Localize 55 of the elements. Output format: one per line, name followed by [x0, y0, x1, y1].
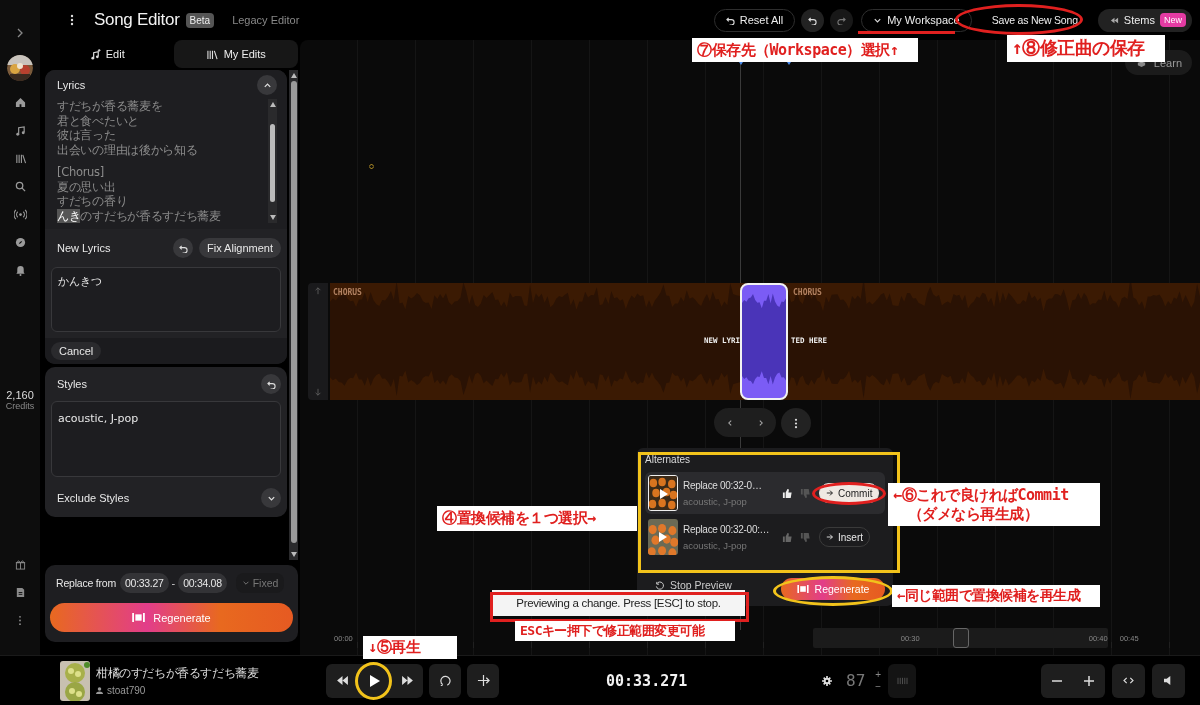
new-lyrics-label: New Lyrics	[57, 242, 111, 254]
lyric-line: 夏の思い出	[57, 179, 117, 194]
lyric-line: んきのすだちが香るすだち蕎麦	[57, 208, 221, 223]
alternate-styles: acoustic, J-pop	[683, 539, 748, 551]
tab[interactable]: Edit	[45, 40, 170, 68]
annotation-label: ESCキー押下で修正範囲変更可能	[515, 621, 735, 642]
section-label: CHORUS	[333, 288, 362, 297]
annotation-label: ④置換候補を１つ選択→	[437, 506, 637, 531]
regenerate-button[interactable]: Regenerate	[50, 603, 293, 632]
alternate-item[interactable]: Replace 00:32-00:… acoustic, J-pop Insert	[645, 517, 885, 557]
annotation-label: ←⑥これで良ければCommit （ダメなら再生成）	[888, 483, 1100, 526]
alternate-item[interactable]: Replace 00:32-0… acoustic, J-pop Commit	[645, 472, 885, 514]
lyric-line: 出会いの理由は後から知る	[57, 142, 199, 157]
annotation-label: ⑦保存先（Workspace）選択↑	[692, 38, 918, 62]
regenerate-button[interactable]: Regenerate	[781, 578, 885, 600]
annotation-label: ←同じ範囲で置換候補を再生成	[892, 585, 1100, 607]
page-title: Song Editor	[94, 10, 180, 30]
credits-count: 2,160	[6, 389, 34, 401]
stems-button[interactable]: Stems New	[1097, 8, 1192, 32]
start-time-field[interactable]: 00:33.27	[120, 573, 169, 593]
cancel-button[interactable]: Cancel	[51, 342, 102, 360]
tempo-down-button[interactable]: −	[873, 680, 884, 693]
mode-dropdown[interactable]: Fixed	[235, 573, 285, 593]
tempo-value: 87	[846, 671, 866, 690]
annotation-label: ↓⑤再生	[363, 636, 457, 659]
alternate-title: Replace 00:32-0…	[683, 479, 763, 491]
tab[interactable]: My Edits	[173, 40, 298, 68]
song-title[interactable]: 柑橘のすだちが香るすだち蕎麦	[96, 665, 326, 681]
beta-badge: Beta	[185, 12, 215, 28]
lyric-line: [Chorus]	[57, 165, 105, 180]
stop-preview-button[interactable]: Stop Preview	[655, 579, 732, 591]
fix-alignment-button[interactable]: Fix Alignment	[199, 238, 282, 258]
range-separator: -	[171, 577, 176, 589]
legacy-editor-link[interactable]: Legacy Editor	[232, 14, 300, 26]
username[interactable]: stoat790	[107, 684, 146, 696]
annotation-label: ↑⑧修正曲の保存	[1007, 35, 1165, 62]
styles-field[interactable]: acoustic, J-pop	[51, 401, 282, 477]
section-label: CHORUS	[793, 288, 822, 297]
alternates-heading: Alternates	[645, 454, 692, 467]
new-badge: New	[1160, 13, 1186, 27]
exclude-styles-label: Exclude Styles	[57, 492, 130, 504]
credits-label: Credits	[5, 401, 35, 411]
alternate-title: Replace 00:32-00:…	[683, 523, 771, 535]
lyric-line: すだちの香り	[57, 194, 129, 209]
replace-from-label: Replace from	[56, 577, 117, 589]
lyric-line: 彼は言った	[57, 128, 117, 143]
lyric-line: 君と食べたいと	[57, 113, 140, 128]
lyric-line: すだちが香る蕎麦を	[57, 99, 164, 114]
lyrics-heading: Lyrics	[57, 79, 86, 91]
tempo-up-button[interactable]: +	[873, 668, 884, 681]
playback-time: 00:33.271	[606, 671, 689, 690]
end-time-field[interactable]: 00:34.08	[178, 573, 227, 593]
alternate-styles: acoustic, J-pop	[683, 495, 748, 507]
styles-label: Styles	[57, 378, 87, 390]
new-lyrics-field[interactable]: かんきつ	[51, 267, 282, 332]
